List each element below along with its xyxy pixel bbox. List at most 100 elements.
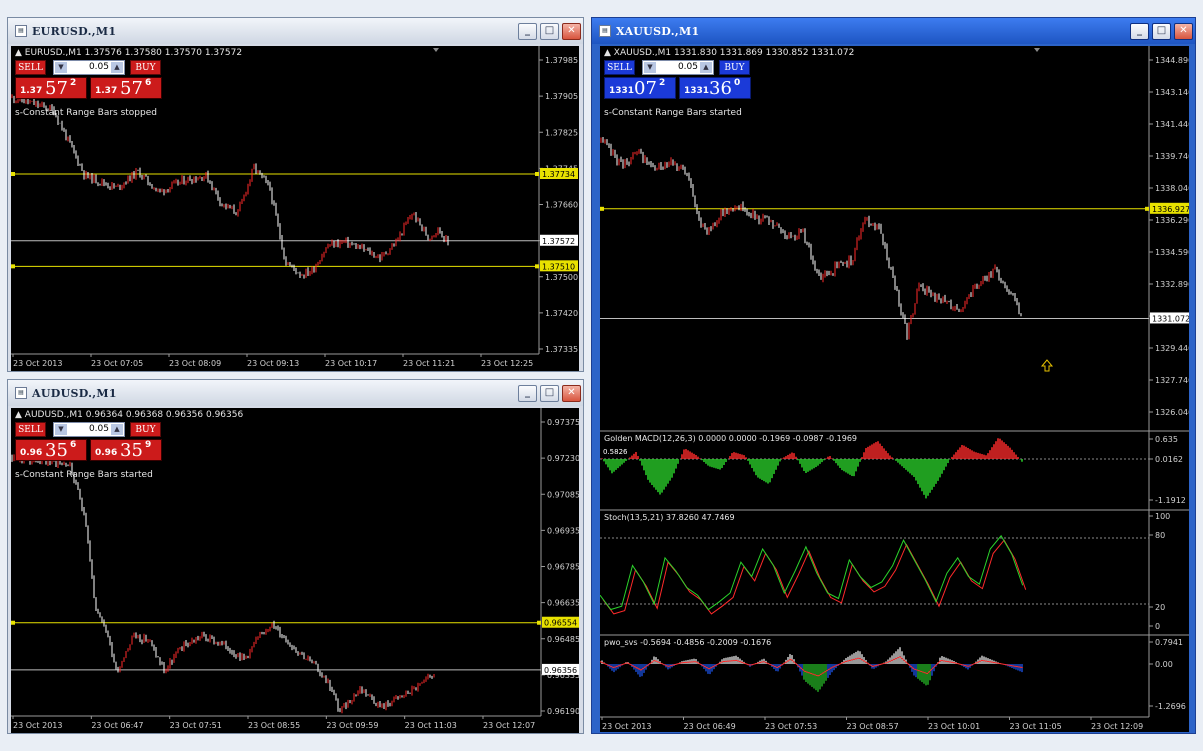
level-handle bbox=[11, 620, 15, 625]
arrow-up-icon[interactable]: ▲ bbox=[700, 62, 712, 73]
audusd-window[interactable]: ▤ AUDUSD.,M1 _ □ ✕ 0.97375 0.97230 0.97085… bbox=[7, 379, 584, 734]
level-price-label: 1.37734 bbox=[542, 170, 575, 179]
level-handle bbox=[1145, 206, 1149, 211]
indicator-level-label: 0.00 bbox=[1155, 660, 1173, 669]
close-button[interactable]: ✕ bbox=[562, 385, 581, 402]
ask-price-box[interactable]: 0.96 35 9 bbox=[90, 439, 162, 461]
price-tick-label: 0.96190 bbox=[547, 707, 579, 716]
bid-price-fraction: 2 bbox=[70, 78, 77, 88]
minimize-icon: _ bbox=[525, 387, 530, 398]
lot-size-input[interactable]: ▼ 0.05 ▲ bbox=[53, 60, 125, 75]
sell-button[interactable]: SELL bbox=[15, 422, 46, 437]
eurusd-window[interactable]: ▤ EURUSD.,M1 _ □ ✕ 1.37985 1.37905 1.37825… bbox=[7, 17, 584, 372]
maximize-button[interactable]: □ bbox=[1152, 23, 1171, 40]
audusd-chart[interactable]: 0.97375 0.97230 0.97085 0.96935 0.96785 0.966… bbox=[11, 408, 579, 733]
price-tick-label: 0.97085 bbox=[547, 490, 579, 499]
close-icon: ✕ bbox=[1179, 25, 1188, 36]
time-tick-label: 23 Oct 07:05 bbox=[91, 359, 143, 368]
bid-price-box[interactable]: 1331 07 2 bbox=[604, 77, 676, 99]
symbol-ohlc-line: ▲ EURUSD.,M1 1.37576 1.37580 1.37570 1.3… bbox=[15, 48, 243, 58]
arrow-up-icon[interactable]: ▲ bbox=[111, 424, 123, 435]
price-tick-label: 1.37335 bbox=[545, 345, 578, 354]
window-icon: ▤ bbox=[599, 25, 611, 37]
time-tick-label: 23 Oct 12:09 bbox=[1091, 722, 1143, 731]
indicator-level-label: 100 bbox=[1155, 512, 1170, 521]
bid-price-prefix: 0.96 bbox=[20, 448, 43, 458]
bid-price-prefix: 1.37 bbox=[20, 86, 43, 96]
level-handle bbox=[600, 206, 604, 211]
time-tick-label: 23 Oct 12:25 bbox=[481, 359, 533, 368]
bid-price-prefix: 1331 bbox=[609, 86, 635, 96]
minimize-button[interactable]: _ bbox=[518, 23, 537, 40]
time-tick-label: 23 Oct 11:03 bbox=[405, 721, 457, 730]
minimize-button[interactable]: _ bbox=[1130, 23, 1149, 40]
price-tick-label: 1.37500 bbox=[545, 273, 578, 282]
one-click-trading-panel: SELL ▼ 0.05 ▲ BUY 0.96 35 6 0.96 35 9 bbox=[15, 422, 162, 461]
xauusd-window[interactable]: ▤ XAUUSD.,M1 _ □ ✕ 1344.890 1343.140 1341.… bbox=[591, 17, 1196, 734]
xauusd-title-bar[interactable]: ▤ XAUUSD.,M1 _ □ ✕ bbox=[592, 18, 1195, 44]
arrow-down-icon[interactable]: ▼ bbox=[644, 62, 656, 73]
bid-price-pips: 35 bbox=[45, 440, 68, 461]
audusd-title-bar[interactable]: ▤ AUDUSD.,M1 _ □ ✕ bbox=[8, 380, 583, 406]
ask-price-prefix: 1331 bbox=[684, 86, 710, 96]
eurusd-window-title: EURUSD.,M1 bbox=[32, 25, 117, 38]
buy-button[interactable]: BUY bbox=[130, 422, 161, 437]
eurusd-chart[interactable]: 1.379851.379051.378251.377451.376601.375… bbox=[11, 46, 579, 371]
price-tick-label: 0.96785 bbox=[547, 563, 579, 572]
macd-indicator-label: Golden MACD(12,26,3) 0.0000 0.0000 -0.19… bbox=[604, 434, 858, 443]
window-icon: ▤ bbox=[15, 387, 27, 399]
bid-price-box[interactable]: 1.37 57 2 bbox=[15, 77, 87, 99]
level-price-label: 0.96554 bbox=[544, 619, 577, 628]
maximize-icon: □ bbox=[1156, 25, 1167, 36]
bid-price-pips: 07 bbox=[634, 78, 657, 99]
level-handle bbox=[537, 620, 541, 625]
ask-price-box[interactable]: 1.37 57 6 bbox=[90, 77, 162, 99]
arrow-down-icon[interactable]: ▼ bbox=[55, 62, 67, 73]
time-tick-label: 23 Oct 08:57 bbox=[847, 722, 899, 731]
pwo-indicator-label: pwo_svs -0.5694 -0.4856 -0.2009 -0.1676 bbox=[604, 638, 772, 647]
indicator-level-label: 0 bbox=[1155, 622, 1160, 631]
xauusd-window-title: XAUUSD.,M1 bbox=[616, 25, 700, 38]
price-tick-label: 1.37985 bbox=[545, 56, 578, 65]
bid-price-fraction: 2 bbox=[659, 78, 666, 88]
level-price-label: 1.37510 bbox=[542, 262, 575, 271]
ask-price-box[interactable]: 1331 36 0 bbox=[679, 77, 751, 99]
expert-status-text: s-Constant Range Bars stopped bbox=[15, 108, 157, 118]
time-tick-label: 23 Oct 11:05 bbox=[1010, 722, 1062, 731]
sell-button[interactable]: SELL bbox=[15, 60, 46, 75]
xauusd-chart[interactable]: 1344.890 1343.140 1341.440 1339.740 1338.040… bbox=[600, 46, 1189, 732]
indicator-level-label: 0.7941 bbox=[1155, 638, 1183, 647]
buy-button[interactable]: BUY bbox=[719, 60, 750, 75]
close-button[interactable]: ✕ bbox=[1174, 23, 1193, 40]
bid-price-pips: 57 bbox=[45, 78, 68, 99]
minimize-button[interactable]: _ bbox=[518, 385, 537, 402]
price-tick-label: 1.37420 bbox=[545, 309, 578, 318]
sell-button[interactable]: SELL bbox=[604, 60, 635, 75]
lot-size-input[interactable]: ▼ 0.05 ▲ bbox=[642, 60, 714, 75]
arrow-up-icon[interactable]: ▲ bbox=[111, 62, 123, 73]
ask-price-pips: 57 bbox=[120, 78, 143, 99]
price-tick-label: 1332.890 bbox=[1155, 280, 1189, 289]
close-button[interactable]: ✕ bbox=[562, 23, 581, 40]
maximize-icon: □ bbox=[544, 25, 555, 36]
symbol-ohlc-line: ▲ AUDUSD.,M1 0.96364 0.96368 0.96356 0.9… bbox=[15, 410, 244, 420]
time-tick-label: 23 Oct 07:53 bbox=[765, 722, 817, 731]
eurusd-title-bar[interactable]: ▤ EURUSD.,M1 _ □ ✕ bbox=[8, 18, 583, 44]
window-icon: ▤ bbox=[15, 25, 27, 37]
minimize-icon: _ bbox=[525, 25, 530, 36]
ask-price-fraction: 0 bbox=[734, 78, 741, 88]
lot-size-input[interactable]: ▼ 0.05 ▲ bbox=[53, 422, 125, 437]
current-price-label: 1331.072 bbox=[1152, 314, 1189, 323]
ask-price-fraction: 9 bbox=[145, 440, 152, 450]
maximize-button[interactable]: □ bbox=[540, 385, 559, 402]
price-tick-label: 0.97230 bbox=[547, 454, 579, 463]
expert-status-text: s-Constant Range Bars started bbox=[604, 108, 742, 118]
time-tick-label: 23 Oct 2013 bbox=[602, 722, 651, 731]
arrow-down-icon[interactable]: ▼ bbox=[55, 424, 67, 435]
time-tick-label: 23 Oct 08:09 bbox=[169, 359, 221, 368]
time-tick-label: 23 Oct 09:59 bbox=[326, 721, 378, 730]
buy-button[interactable]: BUY bbox=[130, 60, 161, 75]
bid-price-box[interactable]: 0.96 35 6 bbox=[15, 439, 87, 461]
maximize-button[interactable]: □ bbox=[540, 23, 559, 40]
minimize-icon: _ bbox=[1137, 25, 1142, 36]
